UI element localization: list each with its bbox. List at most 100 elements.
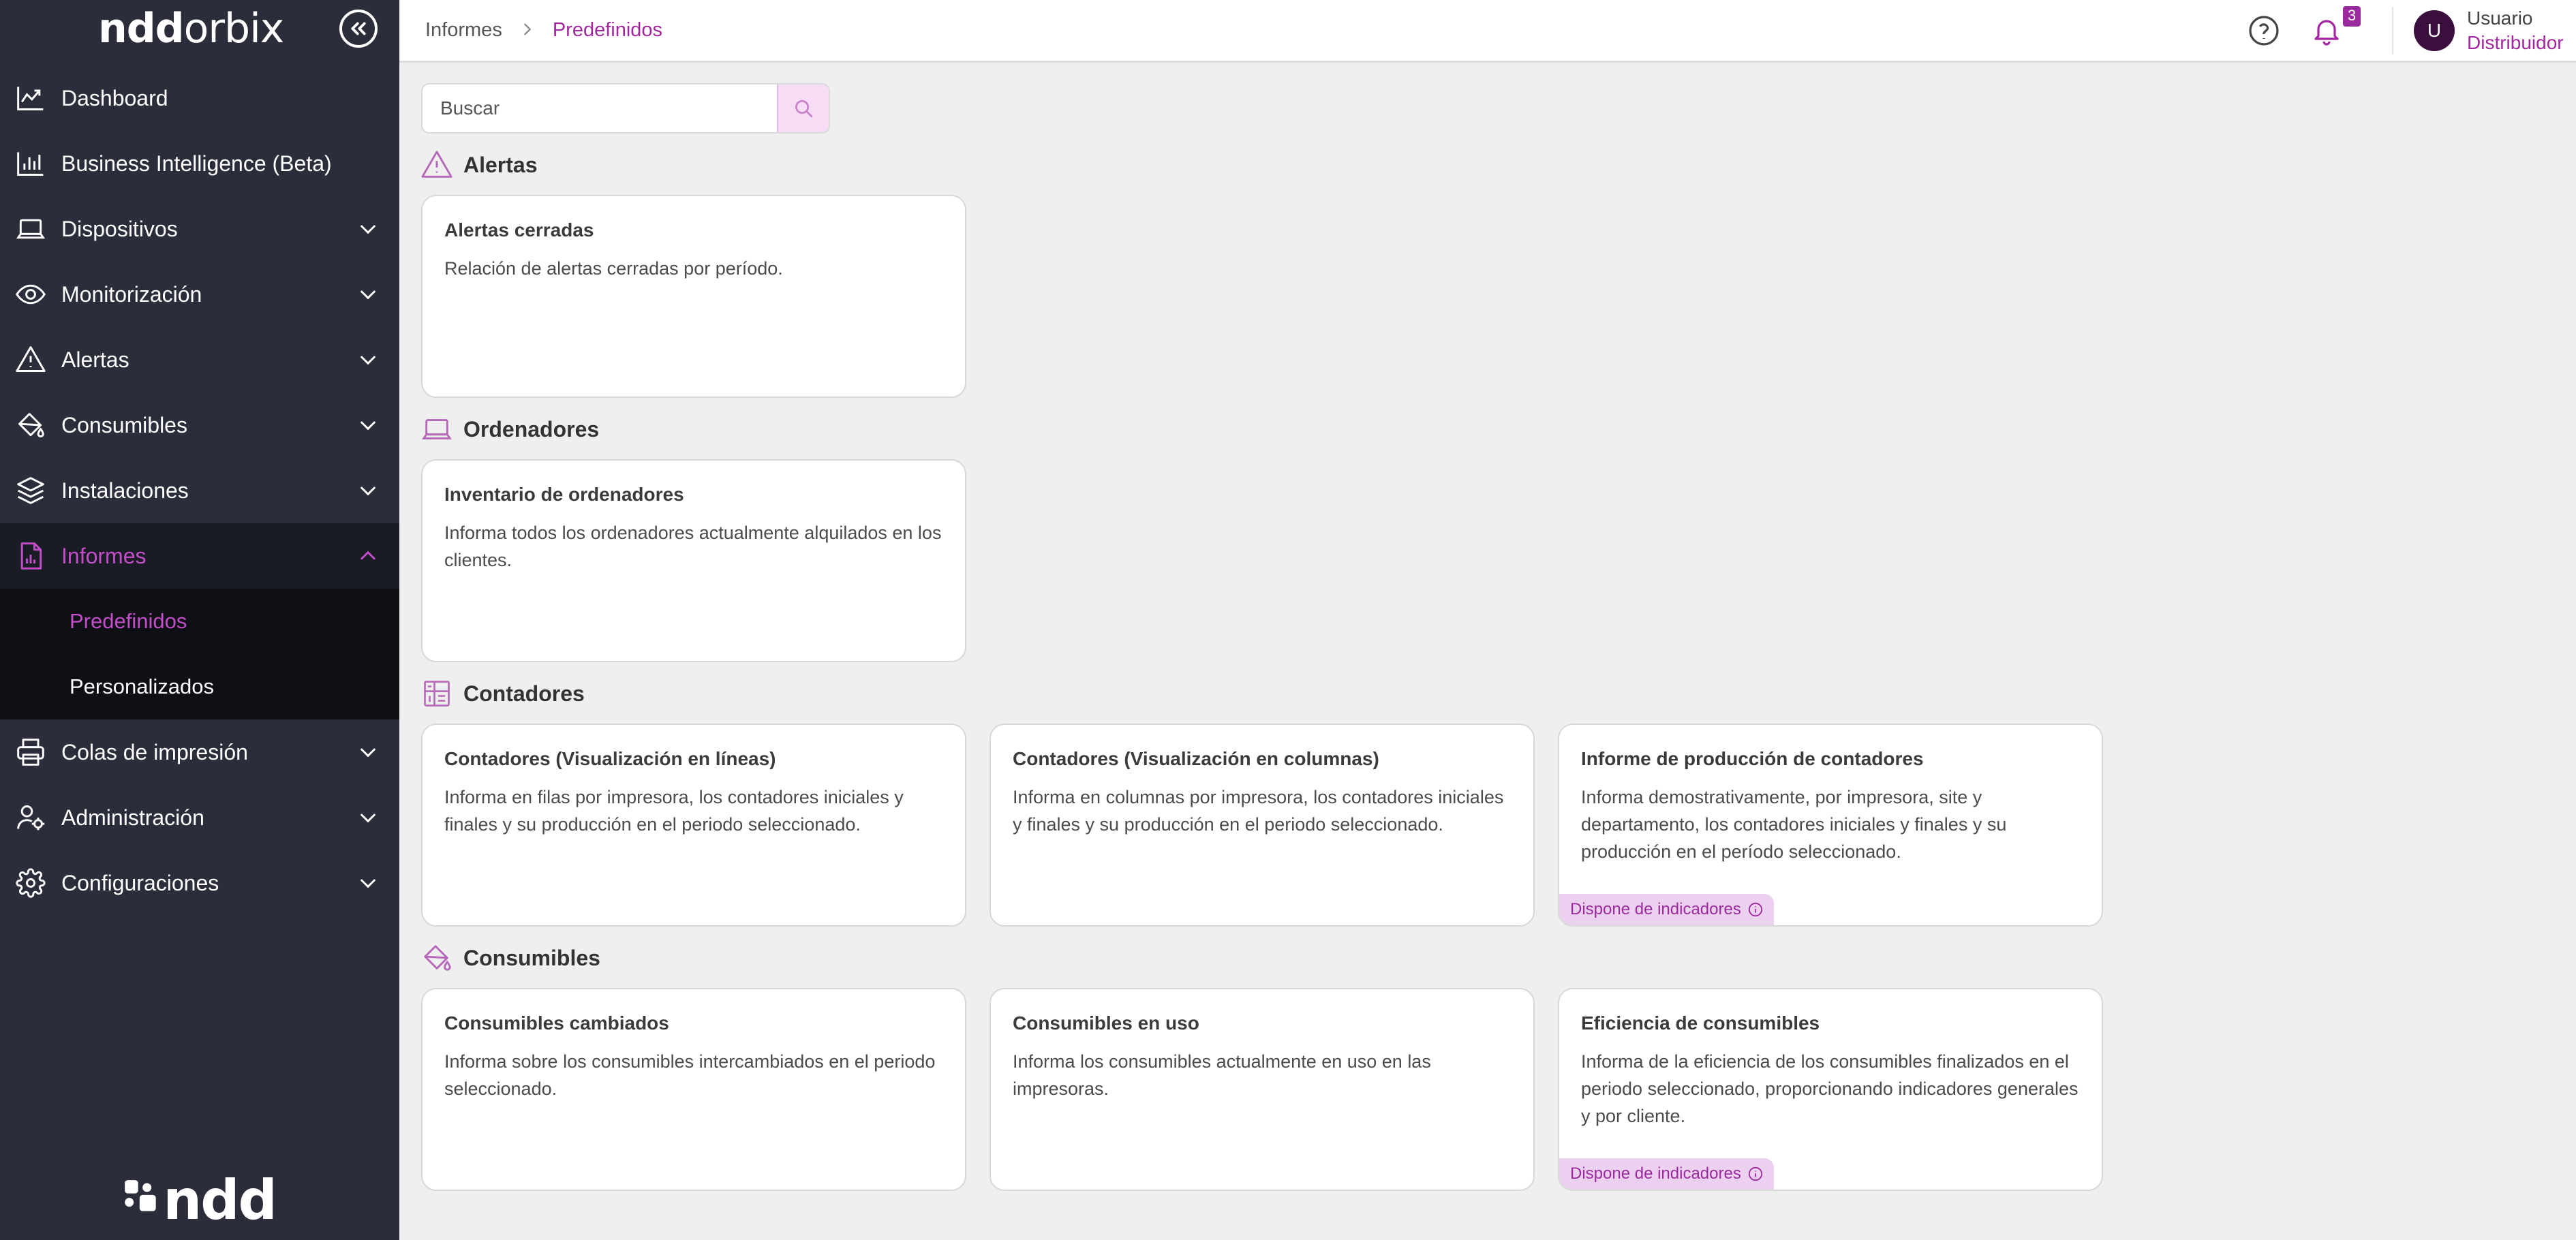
- card-description: Informa en filas por impresora, los cont…: [444, 787, 904, 835]
- section-ordenadores: Ordenadores Inventario de ordenadores In…: [421, 410, 2554, 662]
- user-role: Distribuidor: [2467, 31, 2564, 53]
- warning-icon: [14, 343, 48, 377]
- bar-chart-icon: [14, 146, 48, 181]
- search-icon: [795, 100, 813, 118]
- chevron-down-icon: [354, 739, 382, 766]
- report-icon: [14, 539, 48, 573]
- report-card[interactable]: Eficiencia de consumibles Informa de la …: [1558, 988, 2103, 1191]
- chevron-down-icon: [354, 477, 382, 504]
- sidebar-item-consumibles[interactable]: Consumibles: [0, 392, 399, 458]
- trend-chart-icon: [14, 81, 48, 115]
- user-menu[interactable]: Usuario Distribuidor: [2467, 6, 2576, 55]
- sidebar-item-label: Business Intelligence (Beta): [61, 151, 332, 176]
- section-alertas: Alertas Alertas cerradas Relación de ale…: [421, 146, 2554, 398]
- search-input[interactable]: [423, 84, 777, 132]
- laptop-icon: [421, 414, 453, 445]
- topbar-divider: [2392, 6, 2393, 55]
- counter-grid-icon: [421, 678, 453, 709]
- badge-label: Dispone de indicadores: [1570, 1164, 1741, 1183]
- sidebar-item-informes[interactable]: Informes: [0, 523, 399, 589]
- sidebar-item-dispositivos[interactable]: Dispositivos: [0, 196, 399, 262]
- sidebar-item-label: Alertas: [61, 347, 129, 372]
- user-name: Usuario: [2467, 7, 2533, 29]
- sidebar-item-administracion[interactable]: Administración: [0, 785, 399, 850]
- report-card[interactable]: Informe de producción de contadores Info…: [1558, 724, 2103, 927]
- report-card[interactable]: Consumibles en uso Informa los consumibl…: [990, 988, 1535, 1191]
- section-header: Alertas: [421, 146, 2554, 184]
- chevron-down-icon: [354, 869, 382, 897]
- help-icon[interactable]: [2248, 14, 2280, 47]
- chevron-down-icon: [354, 215, 382, 243]
- sidebar-item-label: Configuraciones: [61, 870, 219, 895]
- collapse-sidebar-button[interactable]: [339, 10, 378, 48]
- sidebar-item-colas-de-impresion[interactable]: Colas de impresión: [0, 719, 399, 785]
- sidebar-item-dashboard[interactable]: Dashboard: [0, 65, 399, 131]
- section-consumibles: Consumibles Consumibles cambiados Inform…: [421, 939, 2554, 1191]
- card-title: Contadores (Visualización en líneas): [444, 748, 776, 769]
- chevron-down-icon: [354, 281, 382, 308]
- paint-bucket-icon: [421, 942, 453, 974]
- card-description: Informa de la eficiencia de los consumib…: [1581, 1051, 2079, 1126]
- gear-icon: [14, 866, 48, 900]
- sidebar-item-label: Informes: [61, 543, 147, 568]
- notifications-button[interactable]: 3: [2310, 5, 2361, 47]
- indicators-badge[interactable]: Dispone de indicadores: [1559, 1158, 1774, 1190]
- logo-ndd: ndd: [98, 5, 185, 52]
- section-title: Alertas: [463, 152, 538, 177]
- section-title: Contadores: [463, 681, 585, 706]
- breadcrumb-predefinidos: Predefinidos: [552, 19, 663, 41]
- report-card[interactable]: Alertas cerradas Relación de alertas cer…: [421, 195, 966, 398]
- sidebar-item-instalaciones[interactable]: Instalaciones: [0, 458, 399, 523]
- sidebar-item-business-intelligence[interactable]: Business Intelligence (Beta): [0, 131, 399, 196]
- card-description: Informa sobre los consumibles intercambi…: [444, 1051, 936, 1099]
- informes-submenu: Predefinidos Personalizados: [0, 589, 399, 719]
- chevron-down-icon: [354, 346, 382, 373]
- search-box: [421, 83, 830, 134]
- breadcrumb-separator-icon: [520, 19, 535, 42]
- sidebar-item-monitorizacion[interactable]: Monitorización: [0, 262, 399, 327]
- report-card[interactable]: Inventario de ordenadores Informa todos …: [421, 459, 966, 662]
- info-icon: [1748, 1166, 1762, 1181]
- indicators-badge[interactable]: Dispone de indicadores: [1559, 894, 1774, 925]
- printer-icon: [14, 735, 48, 769]
- card-title: Consumibles en uso: [1013, 1012, 1199, 1034]
- card-title: Eficiencia de consumibles: [1581, 1012, 1820, 1034]
- double-chevron-left-icon: [351, 22, 366, 35]
- sidebar-item-alertas[interactable]: Alertas: [0, 327, 399, 392]
- card-description: Relación de alertas cerradas por período…: [444, 258, 783, 279]
- report-card[interactable]: Contadores (Visualización en columnas) I…: [990, 724, 1535, 927]
- search-button[interactable]: [777, 84, 829, 132]
- sidebar-item-label: Monitorización: [61, 281, 202, 307]
- sidebar-item-label: Dashboard: [61, 85, 168, 110]
- card-list: Consumibles cambiados Informa sobre los …: [421, 988, 2554, 1191]
- breadcrumb: Informes Predefinidos: [425, 19, 662, 42]
- card-list: Alertas cerradas Relación de alertas cer…: [421, 195, 2554, 398]
- sidebar-subitem-predefinidos[interactable]: Predefinidos: [0, 589, 399, 654]
- card-description: Informa todos los ordenadores actualment…: [444, 523, 942, 570]
- breadcrumb-informes[interactable]: Informes: [425, 19, 502, 42]
- badge-label: Dispone de indicadores: [1570, 900, 1741, 918]
- sidebar-item-configuraciones[interactable]: Configuraciones: [0, 850, 399, 916]
- card-list: Contadores (Visualización en líneas) Inf…: [421, 724, 2554, 927]
- users-gear-icon: [14, 801, 48, 835]
- section-title: Ordenadores: [463, 416, 600, 441]
- ndd-logo-mark-icon: [123, 1177, 159, 1224]
- sidebar-menu: Dashboard Business Intelligence (Beta) D…: [0, 65, 399, 916]
- notification-count-badge: 3: [2343, 5, 2361, 27]
- chevron-up-icon: [354, 542, 382, 570]
- section-contadores: Contadores Contadores (Visualización en …: [421, 675, 2554, 927]
- report-card[interactable]: Contadores (Visualización en líneas) Inf…: [421, 724, 966, 927]
- card-title: Alertas cerradas: [444, 219, 594, 241]
- card-title: Inventario de ordenadores: [444, 484, 684, 505]
- card-list: Inventario de ordenadores Informa todos …: [421, 459, 2554, 662]
- avatar[interactable]: U: [2414, 10, 2455, 51]
- info-icon: [1748, 902, 1762, 917]
- card-title: Consumibles cambiados: [444, 1012, 669, 1034]
- card-description: Informa demostrativamente, por impresora…: [1581, 787, 2007, 862]
- report-card[interactable]: Consumibles cambiados Informa sobre los …: [421, 988, 966, 1191]
- main-content: Alertas Alertas cerradas Relación de ale…: [421, 63, 2554, 1191]
- warning-icon: [421, 149, 453, 181]
- sidebar-subitem-personalizados[interactable]: Personalizados: [0, 654, 399, 719]
- bell-icon: [2314, 19, 2339, 46]
- logo-orbix: orbix: [183, 5, 285, 52]
